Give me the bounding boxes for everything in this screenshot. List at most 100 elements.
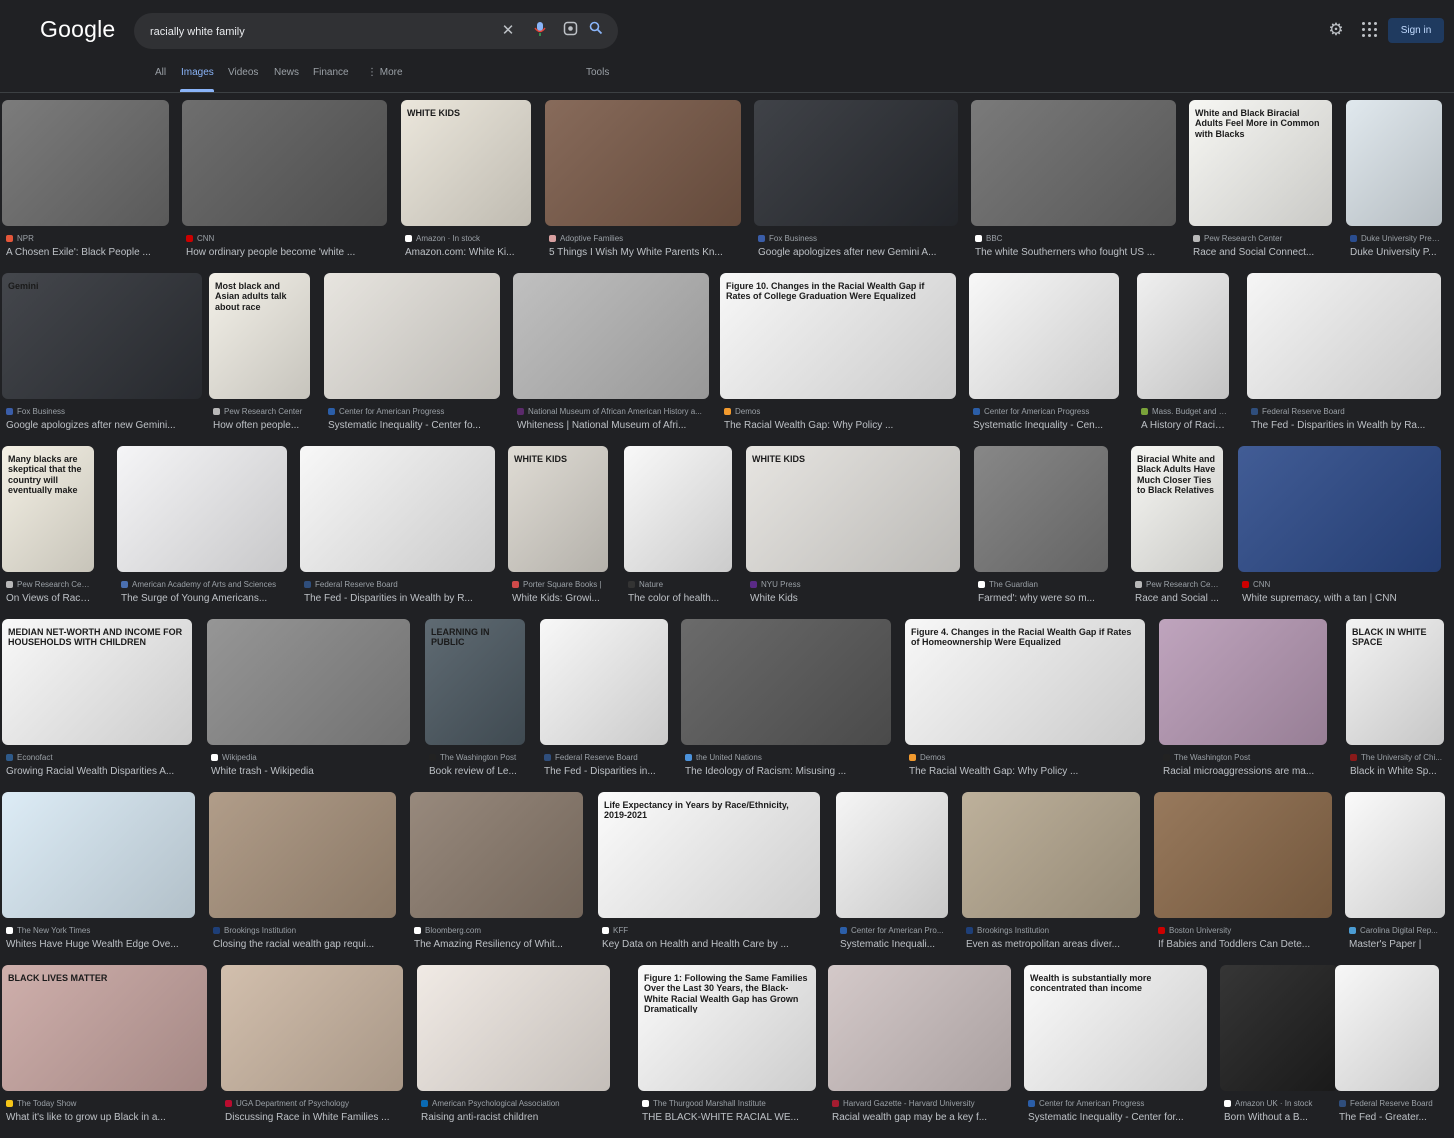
result-title[interactable]: The white Southerners who fought US ... (975, 247, 1174, 258)
result-source[interactable]: The New York Times (6, 926, 193, 935)
result-title[interactable]: Whites Have Huge Wealth Edge Ove... (6, 939, 193, 950)
result-thumbnail[interactable]: WHITE KIDS (508, 446, 608, 572)
image-result[interactable]: Federal Reserve Board The Fed - Dispariti… (1247, 273, 1441, 446)
result-source[interactable]: Federal Reserve Board (304, 580, 493, 589)
clear-icon[interactable]: ✕ (498, 21, 518, 41)
image-result[interactable]: Many blacks are skeptical that the count… (2, 446, 94, 619)
image-result[interactable]: Brookings Institution Even as metropolita… (962, 792, 1140, 965)
image-result[interactable]: WHITE KIDS NYU Press White Kids (746, 446, 960, 619)
image-result[interactable]: Figure 10. Changes in the Racial Wealth … (720, 273, 956, 446)
result-title[interactable]: Race and Social ... (1135, 593, 1221, 604)
tab-all[interactable]: All (155, 67, 166, 78)
result-thumbnail[interactable] (410, 792, 583, 918)
result-title[interactable]: Whiteness | National Museum of Afri... (517, 420, 707, 431)
result-thumbnail[interactable] (681, 619, 891, 745)
result-thumbnail[interactable] (836, 792, 948, 918)
result-thumbnail[interactable] (969, 273, 1119, 399)
apps-grid-icon[interactable] (1360, 20, 1380, 40)
result-title[interactable]: Racial microaggressions are ma... (1163, 766, 1325, 777)
result-title[interactable]: Key Data on Health and Health Care by ..… (602, 939, 818, 950)
result-title[interactable]: Growing Racial Wealth Disparities A... (6, 766, 190, 777)
result-source[interactable]: The Washington Post (429, 753, 523, 762)
result-thumbnail[interactable] (117, 446, 287, 572)
image-result[interactable]: Figure 1: Following the Same Families Ov… (638, 965, 816, 1138)
image-result[interactable]: Wealth is substantially more concentrate… (1024, 965, 1207, 1138)
image-result[interactable]: Center for American Progress Systematic I… (324, 273, 500, 446)
image-result[interactable]: The Washington Post Racial microaggressio… (1159, 619, 1327, 792)
image-result[interactable]: CNN How ordinary people become 'white ... (182, 100, 387, 273)
result-thumbnail[interactable] (971, 100, 1176, 226)
result-thumbnail[interactable]: Wealth is substantially more concentrate… (1024, 965, 1207, 1091)
result-thumbnail[interactable] (2, 792, 195, 918)
result-thumbnail[interactable]: Figure 1: Following the Same Families Ov… (638, 965, 816, 1091)
result-title[interactable]: Closing the racial wealth gap requi... (213, 939, 394, 950)
image-result[interactable]: Boston University If Babies and Toddlers … (1154, 792, 1332, 965)
tools-button[interactable]: Tools (586, 67, 609, 78)
result-source[interactable]: National Museum of African American Hist… (517, 407, 707, 416)
result-thumbnail[interactable] (513, 273, 709, 399)
result-title[interactable]: Master's Paper | (1349, 939, 1443, 950)
result-source[interactable]: Carolina Digital Rep... (1349, 926, 1443, 935)
result-title[interactable]: The Racial Wealth Gap: Why Policy ... (909, 766, 1143, 777)
result-title[interactable]: The Fed - Disparities in Wealth by Ra... (1251, 420, 1439, 431)
image-result[interactable]: the United Nations The Ideology of Racism… (681, 619, 891, 792)
result-title[interactable]: White Kids (750, 593, 958, 604)
result-thumbnail[interactable]: WHITE KIDS (401, 100, 531, 226)
image-result[interactable]: Gemini Fox Business Google apologizes afte… (2, 273, 202, 446)
result-source[interactable]: Amazon · In stock (405, 234, 529, 243)
result-title[interactable]: Race and Social Connect... (1193, 247, 1330, 258)
result-title[interactable]: On Views of Race... (6, 593, 92, 604)
image-result[interactable]: Harvard Gazette - Harvard University Raci… (828, 965, 1011, 1138)
result-title[interactable]: A History of Racis... (1141, 420, 1227, 431)
result-source[interactable]: The Washington Post (1163, 753, 1325, 762)
result-thumbnail[interactable] (207, 619, 410, 745)
result-title[interactable]: The Surge of Young Americans... (121, 593, 285, 604)
result-source[interactable]: The Guardian (978, 580, 1106, 589)
tab-news[interactable]: News (274, 67, 299, 78)
image-result[interactable]: American Academy of Arts and Sciences The… (117, 446, 287, 619)
result-source[interactable]: the United Nations (685, 753, 889, 762)
image-result[interactable]: CNN White supremacy, with a tan | CNN (1238, 446, 1441, 619)
result-thumbnail[interactable] (624, 446, 732, 572)
image-result[interactable]: Life Expectancy in Years by Race/Ethnici… (598, 792, 820, 965)
tab-more[interactable]: ⋮ More (367, 67, 403, 78)
image-result[interactable]: Mass. Budget and Po... A History of Racis… (1137, 273, 1229, 446)
result-source[interactable]: The Today Show (6, 1099, 205, 1108)
result-thumbnail[interactable] (974, 446, 1108, 572)
result-thumbnail[interactable]: Life Expectancy in Years by Race/Ethnici… (598, 792, 820, 918)
search-box[interactable]: ✕ (134, 13, 618, 49)
result-title[interactable]: The Fed - Disparities in Wealth by R... (304, 593, 493, 604)
result-source[interactable]: Demos (724, 407, 954, 416)
image-result[interactable]: Federal Reserve Board The Fed - Dispariti… (540, 619, 668, 792)
result-source[interactable]: Pew Research Center (213, 407, 308, 416)
result-thumbnail[interactable] (1159, 619, 1327, 745)
result-thumbnail[interactable]: Figure 10. Changes in the Racial Wealth … (720, 273, 956, 399)
result-source[interactable]: Pew Research Center (1135, 580, 1221, 589)
result-source[interactable]: The Thurgood Marshall Institute (642, 1099, 814, 1108)
image-result[interactable]: Figure 4. Changes in the Racial Wealth G… (905, 619, 1145, 792)
result-source[interactable]: Brookings Institution (966, 926, 1138, 935)
image-result[interactable]: National Museum of African American Hist… (513, 273, 709, 446)
result-title[interactable]: 5 Things I Wish My White Parents Kn... (549, 247, 739, 258)
result-source[interactable]: Nature (628, 580, 730, 589)
result-thumbnail[interactable] (1154, 792, 1332, 918)
result-title[interactable]: White trash - Wikipedia (211, 766, 408, 777)
result-source[interactable]: Center for American Progress (973, 407, 1117, 416)
image-result[interactable]: WHITE KIDS Amazon · In stock Amazon.com: W… (401, 100, 531, 273)
search-icon[interactable] (586, 21, 606, 41)
image-result[interactable]: Bloomberg.com The Amazing Resiliency of W… (410, 792, 583, 965)
image-result[interactable]: The Guardian Farmed': why were so m... (974, 446, 1108, 619)
result-thumbnail[interactable]: Biracial White and Black Adults Have Muc… (1131, 446, 1223, 572)
image-result[interactable]: Fox Business Google apologizes after new … (754, 100, 958, 273)
result-thumbnail[interactable] (1345, 792, 1445, 918)
result-source[interactable]: KFF (602, 926, 818, 935)
result-title[interactable]: Book review of Le... (429, 766, 523, 777)
result-thumbnail[interactable]: BLACK LIVES MATTER (2, 965, 207, 1091)
result-thumbnail[interactable] (182, 100, 387, 226)
result-thumbnail[interactable] (1346, 100, 1442, 226)
image-result[interactable]: American Psychological Association Raisin… (417, 965, 610, 1138)
result-title[interactable]: The Ideology of Racism: Misusing ... (685, 766, 889, 777)
result-source[interactable]: Center for American Pro... (840, 926, 946, 935)
result-thumbnail[interactable] (1137, 273, 1229, 399)
result-title[interactable]: Farmed': why were so m... (978, 593, 1106, 604)
